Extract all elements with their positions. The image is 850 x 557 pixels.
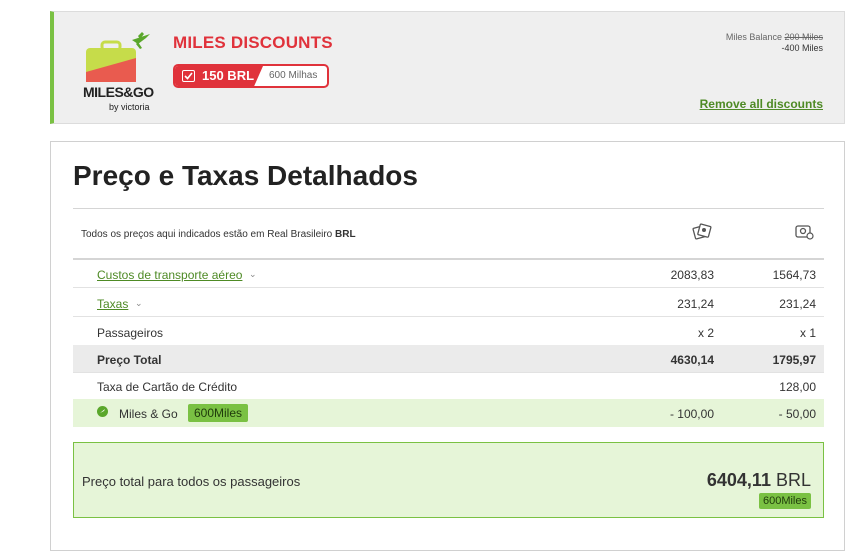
passengers-value-single: x 1 (799, 326, 816, 340)
passengers-value-group: x 2 (697, 326, 714, 340)
total-price-label: Preço Total (97, 353, 162, 367)
card-fee-label: Taxa de Cartão de Crédito (97, 380, 238, 394)
taxes-value-single: 231,24 (779, 297, 816, 311)
discount-pill-miles: 600 Milhas (269, 70, 318, 81)
passenger-single-icon (795, 225, 814, 240)
table-row-transport-costs: Custos de transporte aéreo ⌄ 2083,83 156… (73, 260, 824, 288)
banner-title: MILES DISCOUNTS (173, 33, 333, 52)
logo-text: MILES&GO (83, 84, 154, 100)
page-title: Preço e Taxas Detalhados (73, 160, 418, 191)
miles-and-go-label: Miles & Go (119, 407, 178, 421)
chevron-down-icon[interactable]: ⌄ (135, 298, 143, 309)
miles-and-go-icon (97, 406, 108, 417)
transport-costs-value-single: 1564,73 (772, 268, 816, 282)
discount-pill-amount: 150 BRL (202, 68, 255, 83)
table-row-taxes: Taxas ⌄ 231,24 231,24 (73, 289, 824, 317)
total-summary-box: Preço total para todos os passageiros 64… (73, 442, 824, 518)
divider (73, 208, 824, 209)
miles-badge: 600Miles (188, 404, 249, 422)
passenger-group-icon (692, 223, 712, 240)
miles-balance-label-text: Miles Balance (725, 32, 782, 42)
currency-note-text: Todos os preços aqui indicados estão em … (81, 229, 333, 240)
discount-pill-amount-area[interactable]: 150 BRL (175, 66, 263, 86)
card-fee-value-single: 128,00 (779, 380, 816, 394)
remove-all-discounts-link[interactable]: Remove all discounts (700, 97, 823, 111)
table-row-card-fee: Taxa de Cartão de Crédito 128,00 (73, 372, 824, 400)
miles-discount-value-group: - 100,00 (669, 407, 714, 421)
currency-code: BRL (335, 229, 356, 240)
miles-discount-value-single: - 50,00 (778, 407, 816, 421)
total-summary-label: Preço total para todos os passageiros (82, 474, 301, 489)
taxes-value-group: 231,24 (677, 297, 714, 311)
total-price-value-group: 4630,14 (670, 353, 714, 367)
table-row-passengers: Passageiros x 2 x 1 (73, 318, 824, 346)
currency-note: Todos os preços aqui indicados estão em … (81, 229, 356, 240)
total-price-value-single: 1795,97 (772, 353, 816, 367)
total-summary-currency: BRL (775, 470, 811, 490)
table-row-miles-and-go: Miles & Go 600Miles - 100,00 - 50,00 (73, 399, 824, 427)
miles-discount-banner: MILES&GO by victoria MILES DISCOUNTS 150… (50, 11, 845, 124)
transport-costs-value-group: 2083,83 (670, 268, 714, 282)
total-miles-badge: 600Miles (758, 493, 811, 509)
logo-subtext: by victoria (109, 102, 150, 112)
discount-pill[interactable]: 150 BRL 600 Milhas (173, 64, 329, 88)
miles-balance-label: Miles Balance 200 Miles (726, 32, 823, 42)
miles-balance-old: 200 Miles (784, 32, 823, 42)
total-summary-amount: 6404,11 BRL (707, 470, 811, 491)
table-row-total-price: Preço Total 4630,14 1795,97 (73, 345, 824, 373)
checkbox-icon[interactable] (182, 70, 195, 82)
price-details-card: Preço e Taxas Detalhados Todos os preços… (50, 141, 845, 551)
transport-costs-link[interactable]: Custos de transporte aéreo (97, 268, 242, 282)
total-summary-value: 6404,11 (706, 470, 771, 490)
chevron-down-icon[interactable]: ⌄ (249, 269, 257, 280)
passengers-label: Passageiros (97, 326, 164, 340)
miles-balance-change: -400 Miles (781, 43, 823, 53)
taxes-link[interactable]: Taxas (97, 297, 128, 311)
